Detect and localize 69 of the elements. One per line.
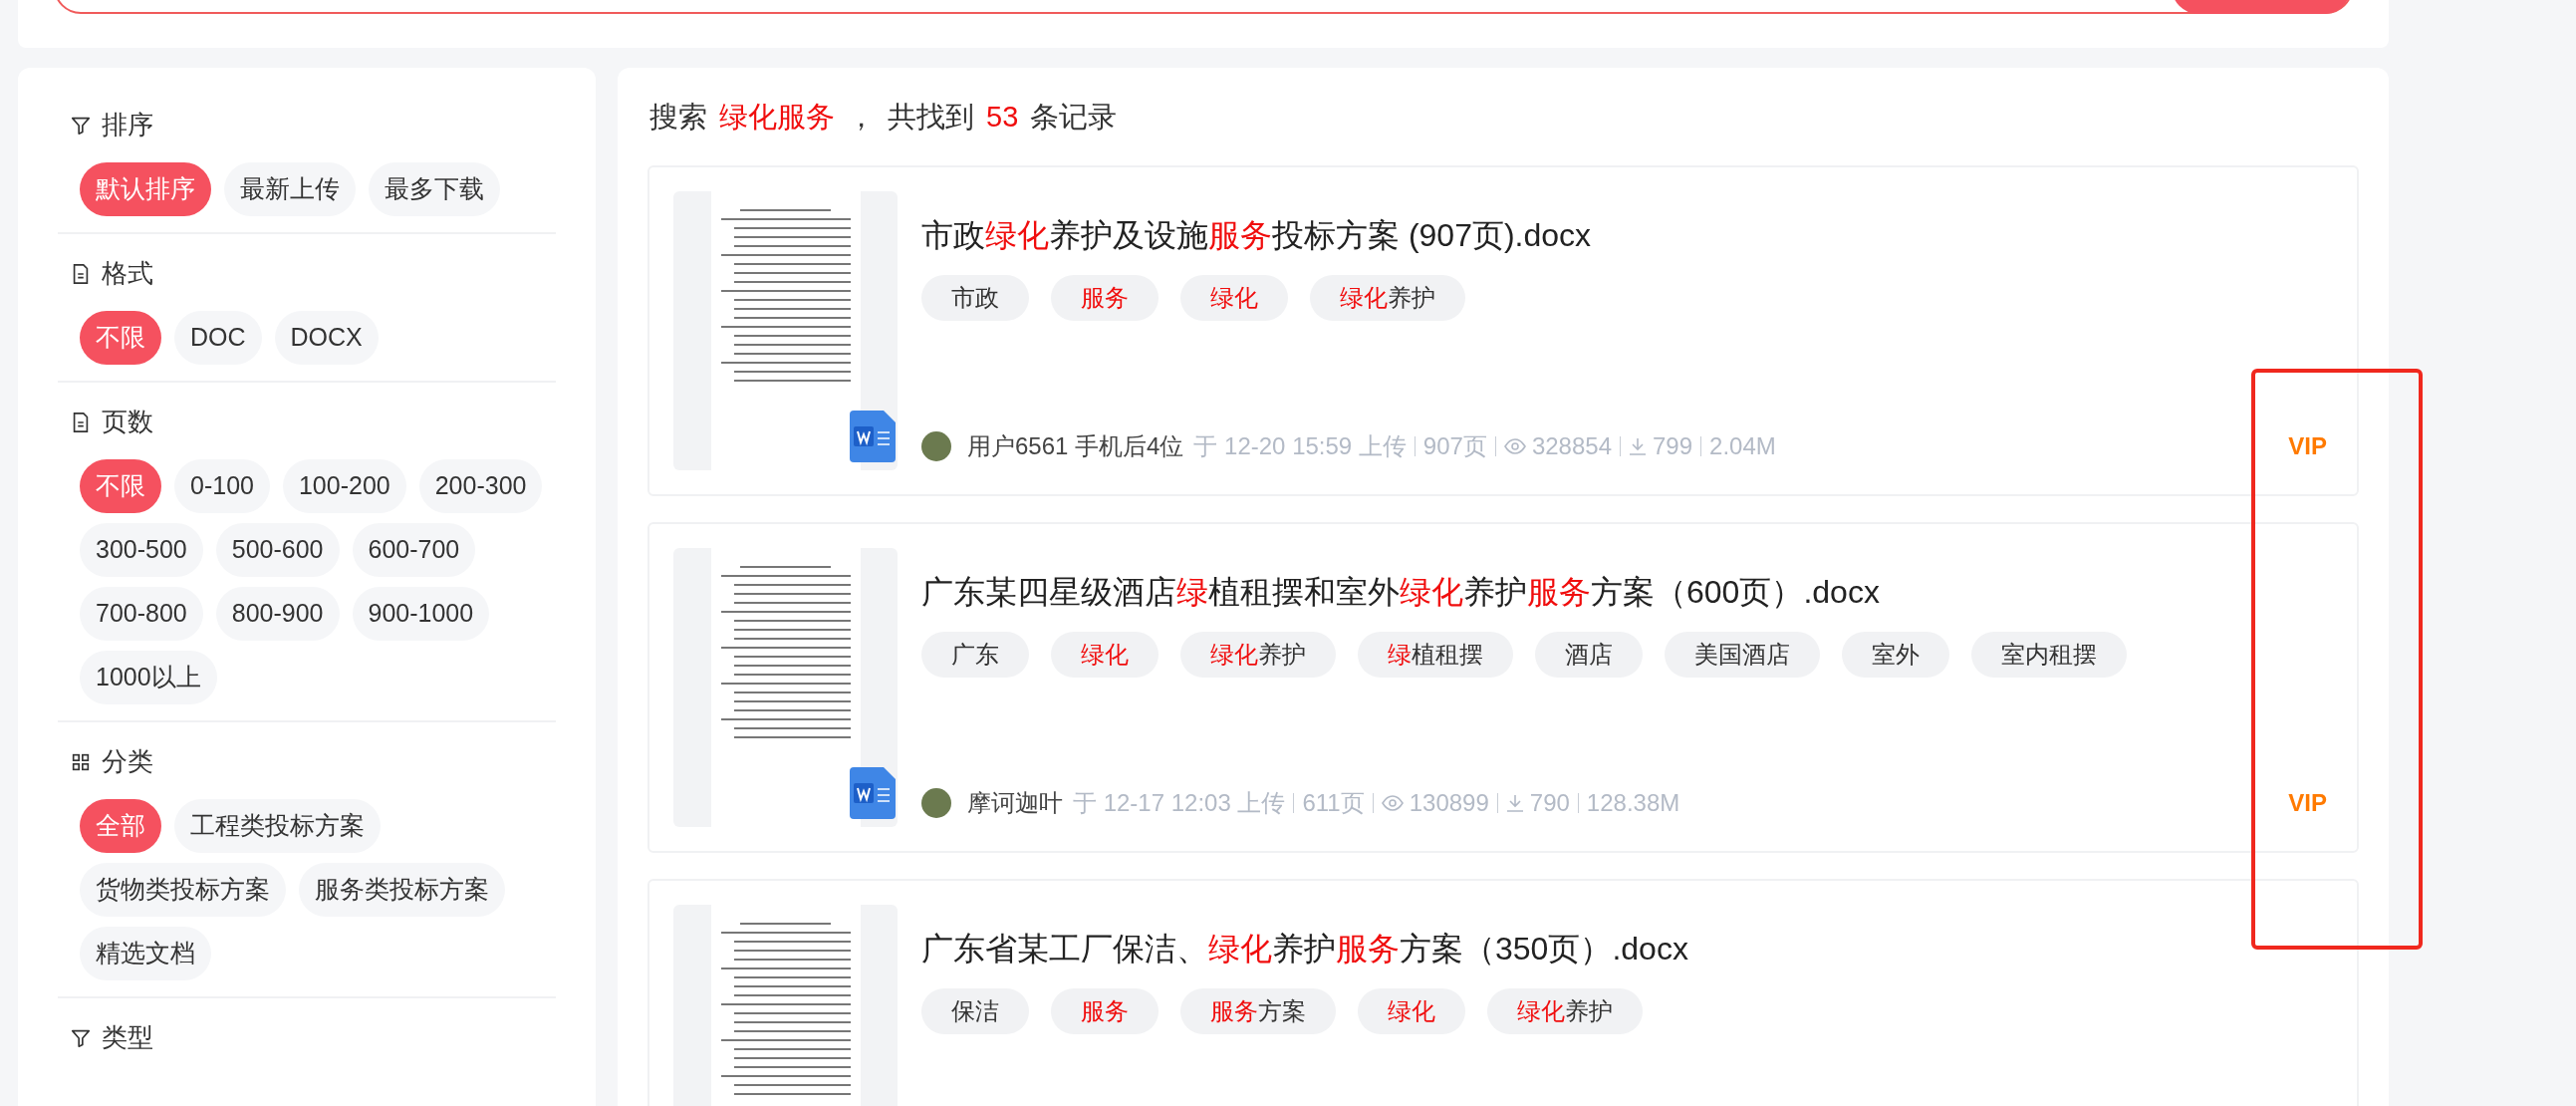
filter-chip[interactable]: 1000以上: [80, 651, 217, 704]
eye-icon: [1381, 794, 1404, 811]
uploader-name[interactable]: 摩诃迦叶: [967, 784, 1063, 821]
result-card[interactable]: 广东某四星级酒店绿植租摆和室外绿化养护服务方案（600页）.docx 广东 绿化 绿化养护 绿植租摆 酒店 美国酒店 室外 室内租摆 摩诃迦叶 于 12-17 12:03 上传 611页 130899 790 128.38M VIP: [647, 521, 2359, 853]
filter-heading: 排序: [102, 109, 153, 141]
upload-time: 于 12-17 12:03 上传: [1073, 787, 1286, 818]
result-card[interactable]: 广东省某工厂保洁、绿化养护服务方案（350页）.docx 保洁 服务 服务方案 绿化 绿化养护: [647, 878, 2359, 1106]
result-card[interactable]: 市政绿化养护及设施服务投标方案 (907页).docx 市政 服务 绿化 绿化养护 用户6561 手机后4位 于 12-20 15:59 上传 907页 328854 799 2.04M VIP: [647, 164, 2359, 496]
eye-icon: [1503, 437, 1526, 454]
filter-chip[interactable]: 0-100: [174, 459, 270, 513]
filter-chip[interactable]: 600-700: [352, 523, 476, 577]
filter-chip[interactable]: 700-800: [80, 587, 203, 641]
filter-chip[interactable]: DOCX: [274, 311, 379, 365]
filter-chip[interactable]: 100-200: [282, 459, 406, 513]
download-icon: [1505, 793, 1524, 812]
tag[interactable]: 室外: [1842, 631, 1949, 678]
avatar: [921, 430, 951, 461]
download-icon: [1629, 436, 1647, 455]
word-file-icon: [850, 766, 896, 819]
page-count: 611页: [1302, 787, 1365, 818]
filter-heading: 页数: [102, 406, 153, 438]
download-count: 799: [1653, 430, 1693, 461]
document-title[interactable]: 广东省某工厂保洁、绿化养护服务方案（350页）.docx: [921, 926, 2327, 970]
file-size: 2.04M: [1709, 430, 1776, 461]
filter-chip[interactable]: 货物类投标方案: [80, 863, 286, 917]
vip-label: VIP: [2288, 430, 2327, 461]
tag[interactable]: 绿化养护: [1487, 987, 1643, 1034]
filter-heading: 分类: [102, 745, 153, 778]
tag[interactable]: 绿化: [1051, 631, 1159, 678]
document-title[interactable]: 广东某四星级酒店绿植租摆和室外绿化养护服务方案（600页）.docx: [921, 569, 2327, 614]
filter-chip[interactable]: 200-300: [418, 459, 543, 513]
tag[interactable]: 保洁: [921, 987, 1029, 1034]
search-summary: 搜索 绿化服务 ， 共找到 53 条记录: [648, 100, 1119, 135]
view-count: 328854: [1531, 430, 1612, 461]
tag[interactable]: 绿化: [1180, 274, 1288, 321]
filter-heading: 格式: [102, 257, 153, 290]
file-size: 128.38M: [1586, 787, 1680, 818]
uploader-name[interactable]: 用户6561 手机后4位: [967, 427, 1184, 464]
filter-chip[interactable]: 300-500: [80, 523, 203, 577]
filter-chip[interactable]: 500-600: [215, 523, 340, 577]
filter-chip[interactable]: 最多下载: [369, 162, 500, 216]
tag[interactable]: 酒店: [1535, 631, 1643, 678]
filter-heading: 类型: [102, 1021, 153, 1054]
tag[interactable]: 绿化养护: [1310, 274, 1465, 321]
tag[interactable]: 市政: [921, 274, 1029, 321]
tag[interactable]: 绿植租摆: [1358, 631, 1513, 678]
filter-chip[interactable]: 工程类投标方案: [174, 799, 381, 853]
tag[interactable]: 室内租摆: [1971, 631, 2127, 678]
view-count: 130899: [1409, 787, 1489, 818]
tag[interactable]: 服务: [1051, 274, 1159, 321]
tag[interactable]: 美国酒店: [1665, 631, 1820, 678]
document-title[interactable]: 市政绿化养护及设施服务投标方案 (907页).docx: [921, 212, 2327, 257]
filter-chip[interactable]: 800-900: [215, 587, 340, 641]
page-count: 907页: [1422, 430, 1487, 461]
filter-chip[interactable]: 900-1000: [352, 587, 490, 641]
upload-time: 于 12-20 15:59 上传: [1193, 430, 1407, 461]
download-count: 790: [1529, 787, 1570, 818]
filter-chip[interactable]: 服务类投标方案: [299, 863, 505, 917]
tag[interactable]: 服务方案: [1180, 987, 1336, 1034]
tag[interactable]: 广东: [921, 631, 1029, 678]
word-file-icon: [850, 410, 896, 462]
vip-label: VIP: [2288, 787, 2327, 818]
filter-chip[interactable]: DOC: [174, 311, 262, 365]
tag[interactable]: 绿化: [1358, 987, 1465, 1034]
tag[interactable]: 绿化养护: [1180, 631, 1336, 678]
tag[interactable]: 服务: [1051, 987, 1159, 1034]
avatar: [921, 787, 951, 818]
filter-chip[interactable]: 精选文档: [80, 927, 211, 980]
filter-chip[interactable]: 最新上传: [224, 162, 356, 216]
